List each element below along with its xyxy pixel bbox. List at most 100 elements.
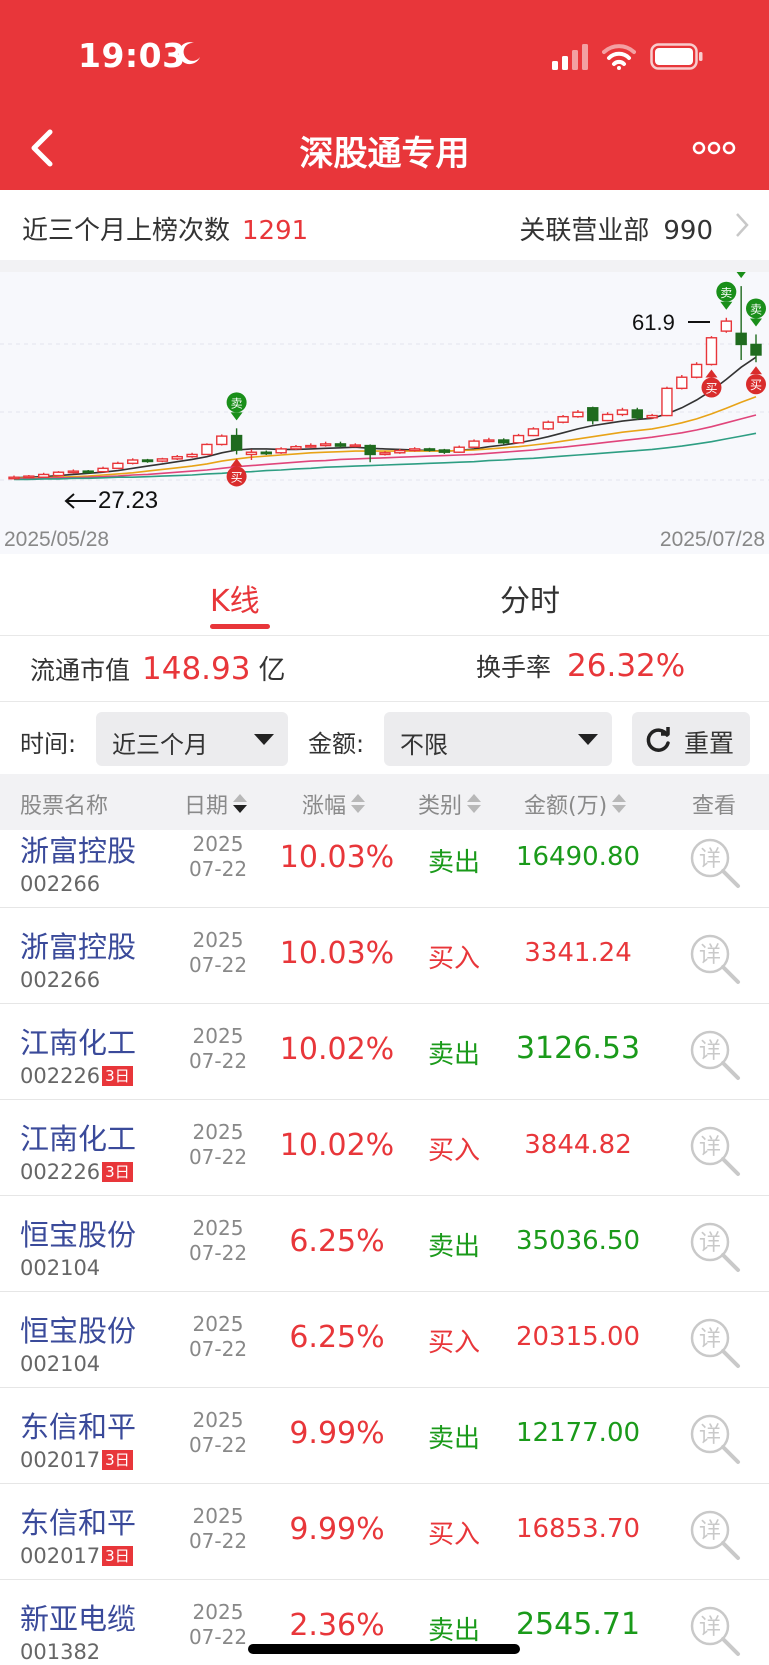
chart-end-date: 2025/07/28	[660, 528, 765, 551]
buy-marker-icon[interactable]: 买	[701, 369, 722, 398]
candlestick	[319, 441, 332, 447]
stock-name[interactable]: 浙富控股	[20, 924, 136, 966]
detail-magnifier-icon[interactable]: 详	[688, 1316, 742, 1370]
trade-amount: 3844.82	[524, 1130, 632, 1160]
dropdown-arrow-icon	[578, 734, 598, 745]
stock-name[interactable]: 恒宝股份	[20, 1212, 136, 1254]
col-header-type[interactable]: 类别	[418, 788, 482, 820]
list-date: 2025 07-22	[186, 1024, 250, 1074]
chevron-right-icon[interactable]	[735, 212, 749, 238]
list-date-year: 2025	[192, 1312, 244, 1336]
related-branches-link[interactable]: 关联营业部 990	[519, 210, 713, 247]
table-row[interactable]: 江南化工 002226 3日 2025 07-22 10.02% 卖出 3126.53 详	[0, 1004, 769, 1100]
reset-label: 重置	[684, 729, 735, 758]
turnover-rate: 换手率 26.32%	[476, 648, 685, 684]
detail-magnifier-icon[interactable]: 详	[688, 836, 742, 890]
days-badge: 3日	[102, 1162, 133, 1182]
candlestick	[646, 413, 658, 419]
candlestick	[23, 475, 35, 479]
stock-name[interactable]: 新亚电缆	[20, 1596, 136, 1638]
amount-filter-select[interactable]: 不限	[384, 712, 612, 766]
col-header-change-label: 涨幅	[302, 794, 347, 819]
market-cap: 流通市值 148.93 亿	[30, 648, 285, 687]
table-row[interactable]: 江南化工 002226 3日 2025 07-22 10.02% 买入 3844.82 详	[0, 1100, 769, 1196]
time-filter-select[interactable]: 近三个月	[96, 712, 288, 766]
branch-value: 990	[663, 216, 713, 246]
market-cap-label: 流通市值	[30, 656, 131, 685]
list-count-label: 近三个月上榜次数	[22, 216, 231, 246]
stock-name[interactable]: 浙富控股	[20, 830, 136, 870]
sort-icon	[466, 792, 482, 816]
buy-marker-icon[interactable]: 买	[226, 458, 247, 487]
stock-name[interactable]: 恒宝股份	[20, 1308, 136, 1350]
col-header-name: 股票名称	[20, 788, 108, 820]
detail-magnifier-icon[interactable]: 详	[688, 1412, 742, 1466]
tab-timeshare[interactable]: 分时	[500, 576, 560, 620]
table-row[interactable]: 东信和平 002017 3日 2025 07-22 9.99% 买入 16853.70 详	[0, 1484, 769, 1580]
stock-code: 002104	[20, 1352, 100, 1376]
page-title: 深股通专用	[299, 134, 470, 174]
low-price-pointer	[64, 493, 96, 509]
trade-amount: 35036.50	[515, 1226, 641, 1256]
home-indicator[interactable]	[248, 1644, 520, 1654]
list-date-md: 07-22	[188, 1625, 248, 1649]
stock-name[interactable]: 东信和平	[20, 1500, 136, 1542]
stock-name[interactable]: 江南化工	[20, 1020, 136, 1062]
table-row[interactable]: 浙富控股 002266 2025 07-22 10.03% 买入 3341.24 详	[0, 908, 769, 1004]
stock-code: 002266	[20, 968, 100, 992]
market-cap-value: 148.93	[142, 651, 251, 687]
more-options-icon[interactable]	[692, 138, 736, 158]
sell-marker-icon[interactable]: 卖	[731, 272, 751, 279]
candlestick	[468, 439, 480, 448]
buy-marker-icon[interactable]: 买	[746, 366, 766, 395]
kline-chart[interactable]: 卖买买卖卖卖买 61.9 27.23 2025/05/28 2025/07/28	[0, 272, 769, 554]
col-header-date[interactable]: 日期	[184, 788, 248, 820]
table-row[interactable]: 恒宝股份 002104 2025 07-22 6.25% 卖出 35036.50 详	[0, 1196, 769, 1292]
detail-glyph: 详	[699, 1039, 721, 1064]
days-badge: 3日	[102, 1450, 133, 1470]
trade-amount: 16853.70	[515, 1514, 641, 1544]
sell-marker-icon[interactable]: 卖	[746, 298, 766, 327]
col-header-amount[interactable]: 金额(万)	[524, 788, 627, 820]
detail-magnifier-icon[interactable]: 详	[688, 1220, 742, 1274]
days-badge: 3日	[102, 1546, 133, 1566]
days-badge: 3日	[102, 1066, 133, 1086]
col-header-change[interactable]: 涨幅	[302, 788, 366, 820]
table-row[interactable]: 恒宝股份 002104 2025 07-22 6.25% 买入 20315.00 详	[0, 1292, 769, 1388]
stock-name[interactable]: 江南化工	[20, 1116, 136, 1158]
detail-glyph: 详	[699, 943, 721, 968]
tab-kline[interactable]: K线	[210, 576, 260, 620]
detail-magnifier-icon[interactable]: 详	[688, 1508, 742, 1562]
marker-label: 买	[231, 470, 243, 484]
candlestick	[305, 443, 317, 448]
detail-magnifier-icon[interactable]: 详	[688, 1604, 742, 1658]
detail-magnifier-icon[interactable]: 详	[688, 1124, 742, 1178]
stock-name[interactable]: 东信和平	[20, 1404, 136, 1446]
sell-marker-icon[interactable]: 卖	[716, 281, 737, 310]
detail-glyph: 详	[699, 1423, 721, 1448]
table-row[interactable]: 浙富控股 002266 2025 07-22 10.03% 卖出 16490.80 详	[0, 830, 769, 908]
candlestick	[245, 449, 258, 460]
price-change: 6.25%	[289, 1320, 385, 1355]
candlestick	[52, 471, 65, 477]
detail-magnifier-icon[interactable]: 详	[688, 1028, 742, 1082]
list-date-md: 07-22	[188, 857, 248, 881]
candlestick	[483, 437, 495, 443]
table-row[interactable]: 东信和平 002017 3日 2025 07-22 9.99% 卖出 12177.00 详	[0, 1388, 769, 1484]
candlestick	[186, 452, 198, 458]
trade-amount: 16490.80	[515, 842, 641, 872]
sell-marker-icon[interactable]: 卖	[226, 392, 247, 421]
candlestick	[37, 472, 50, 478]
list-date-year: 2025	[192, 928, 244, 952]
list-date-year: 2025	[192, 1600, 244, 1624]
price-change: 10.02%	[279, 1032, 395, 1067]
candlestick	[438, 448, 451, 454]
summary-bar: 近三个月上榜次数 1291 关联营业部 990	[0, 190, 769, 260]
market-cap-unit: 亿	[258, 655, 286, 686]
sort-icon	[232, 792, 248, 816]
detail-glyph: 详	[699, 1135, 721, 1160]
detail-magnifier-icon[interactable]: 详	[688, 932, 742, 986]
col-header-name-label: 股票名称	[20, 794, 109, 819]
stock-code-value: 002266	[20, 968, 101, 992]
reset-button[interactable]: 重置	[632, 712, 750, 766]
